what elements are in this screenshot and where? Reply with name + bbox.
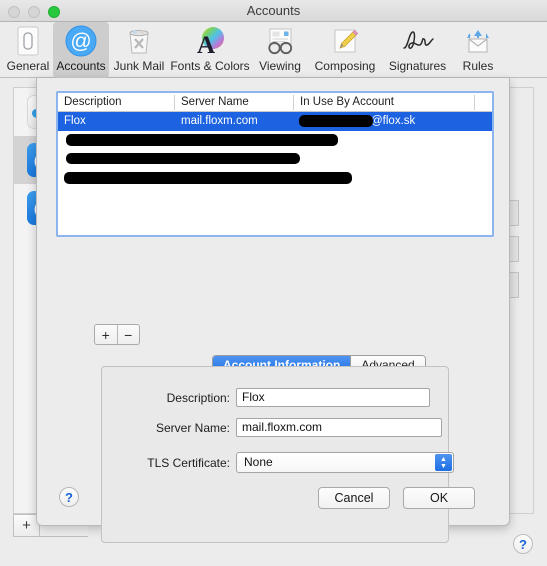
account-settings-sheet: Description Server Name In Use By Accoun… — [36, 78, 510, 543]
remove-account-button[interactable]: − — [116, 325, 140, 344]
window-titlebar: Accounts — [0, 0, 547, 22]
cell-description: Flox — [64, 115, 86, 127]
viewing-glasses-icon — [251, 25, 309, 57]
redaction-bar — [299, 115, 373, 127]
toolbar-label-viewing: Viewing — [259, 59, 301, 73]
accounts-at-icon: @ — [53, 25, 109, 57]
toolbar-item-viewing[interactable]: Viewing — [251, 22, 309, 78]
redaction-bar — [66, 134, 338, 146]
table-header-row: Description Server Name In Use By Accoun… — [58, 93, 492, 112]
rules-envelope-icon — [454, 25, 502, 57]
signature-icon — [381, 25, 454, 57]
add-remove-account-group: + − — [94, 324, 140, 345]
toolbar-label-junk-mail: Junk Mail — [113, 59, 165, 73]
column-header-description[interactable]: Description — [58, 93, 174, 112]
toolbar-item-accounts[interactable]: @ Accounts — [53, 22, 109, 78]
table-row[interactable]: Flox mail.floxm.com @flox.sk — [58, 112, 492, 131]
tls-certificate-select[interactable]: None ▲ ▼ — [236, 452, 454, 473]
tls-certificate-value: None — [244, 455, 273, 469]
redaction-bar — [64, 172, 352, 184]
toolbar-item-rules[interactable]: Rules — [454, 22, 502, 78]
preferences-toolbar: General @ Accounts Junk Mail A Fonts & C… — [0, 22, 547, 78]
label-description: Description: — [166, 391, 230, 405]
table-row[interactable] — [58, 131, 492, 150]
toolbar-label-signatures: Signatures — [388, 59, 447, 73]
toolbar-label-general: General — [6, 59, 50, 73]
general-icon — [3, 25, 53, 57]
ok-button[interactable]: OK — [403, 487, 475, 509]
label-server-name: Server Name: — [155, 421, 230, 435]
chevron-updown-icon[interactable]: ▲ ▼ — [435, 454, 452, 471]
junk-mail-icon — [109, 25, 169, 57]
cell-server-name: mail.floxm.com — [181, 115, 258, 127]
toolbar-label-composing: Composing — [314, 59, 376, 73]
fonts-colors-icon: A — [169, 25, 251, 57]
table-row[interactable] — [58, 169, 492, 188]
accounts-table[interactable]: Description Server Name In Use By Accoun… — [56, 91, 494, 237]
svg-text:A: A — [197, 32, 215, 57]
toolbar-item-composing[interactable]: Composing — [309, 22, 381, 78]
toolbar-label-fonts-colors: Fonts & Colors — [170, 59, 250, 73]
toolbar-item-junk-mail[interactable]: Junk Mail — [109, 22, 169, 78]
window-title: Accounts — [246, 3, 301, 18]
toolbar-label-rules: Rules — [462, 59, 494, 73]
background-help-button[interactable]: ? — [513, 534, 533, 554]
toolbar-item-general[interactable]: General — [3, 22, 53, 78]
description-input[interactable]: Flox — [236, 388, 430, 407]
label-tls-certificate: TLS Certificate: — [147, 456, 230, 470]
composing-pencil-icon — [309, 25, 381, 57]
server-name-input[interactable]: mail.floxm.com — [236, 418, 442, 437]
table-row[interactable] — [58, 150, 492, 169]
add-account-button[interactable]: + — [95, 325, 117, 344]
column-header-in-use-by-account[interactable]: In Use By Account — [294, 93, 474, 112]
toolbar-item-signatures[interactable]: Signatures — [381, 22, 454, 78]
toolbar-item-fonts-colors[interactable]: A Fonts & Colors — [169, 22, 251, 78]
help-button[interactable]: ? — [59, 487, 79, 507]
toolbar-label-accounts: Accounts — [56, 59, 106, 73]
column-header-server-name[interactable]: Server Name — [175, 93, 293, 112]
account-information-panel: Description: Flox Server Name: mail.flox… — [101, 366, 454, 543]
redaction-bar — [66, 153, 300, 164]
svg-text:@: @ — [70, 30, 91, 53]
column-divider-3[interactable] — [474, 95, 475, 110]
cancel-button[interactable]: Cancel — [318, 487, 390, 509]
